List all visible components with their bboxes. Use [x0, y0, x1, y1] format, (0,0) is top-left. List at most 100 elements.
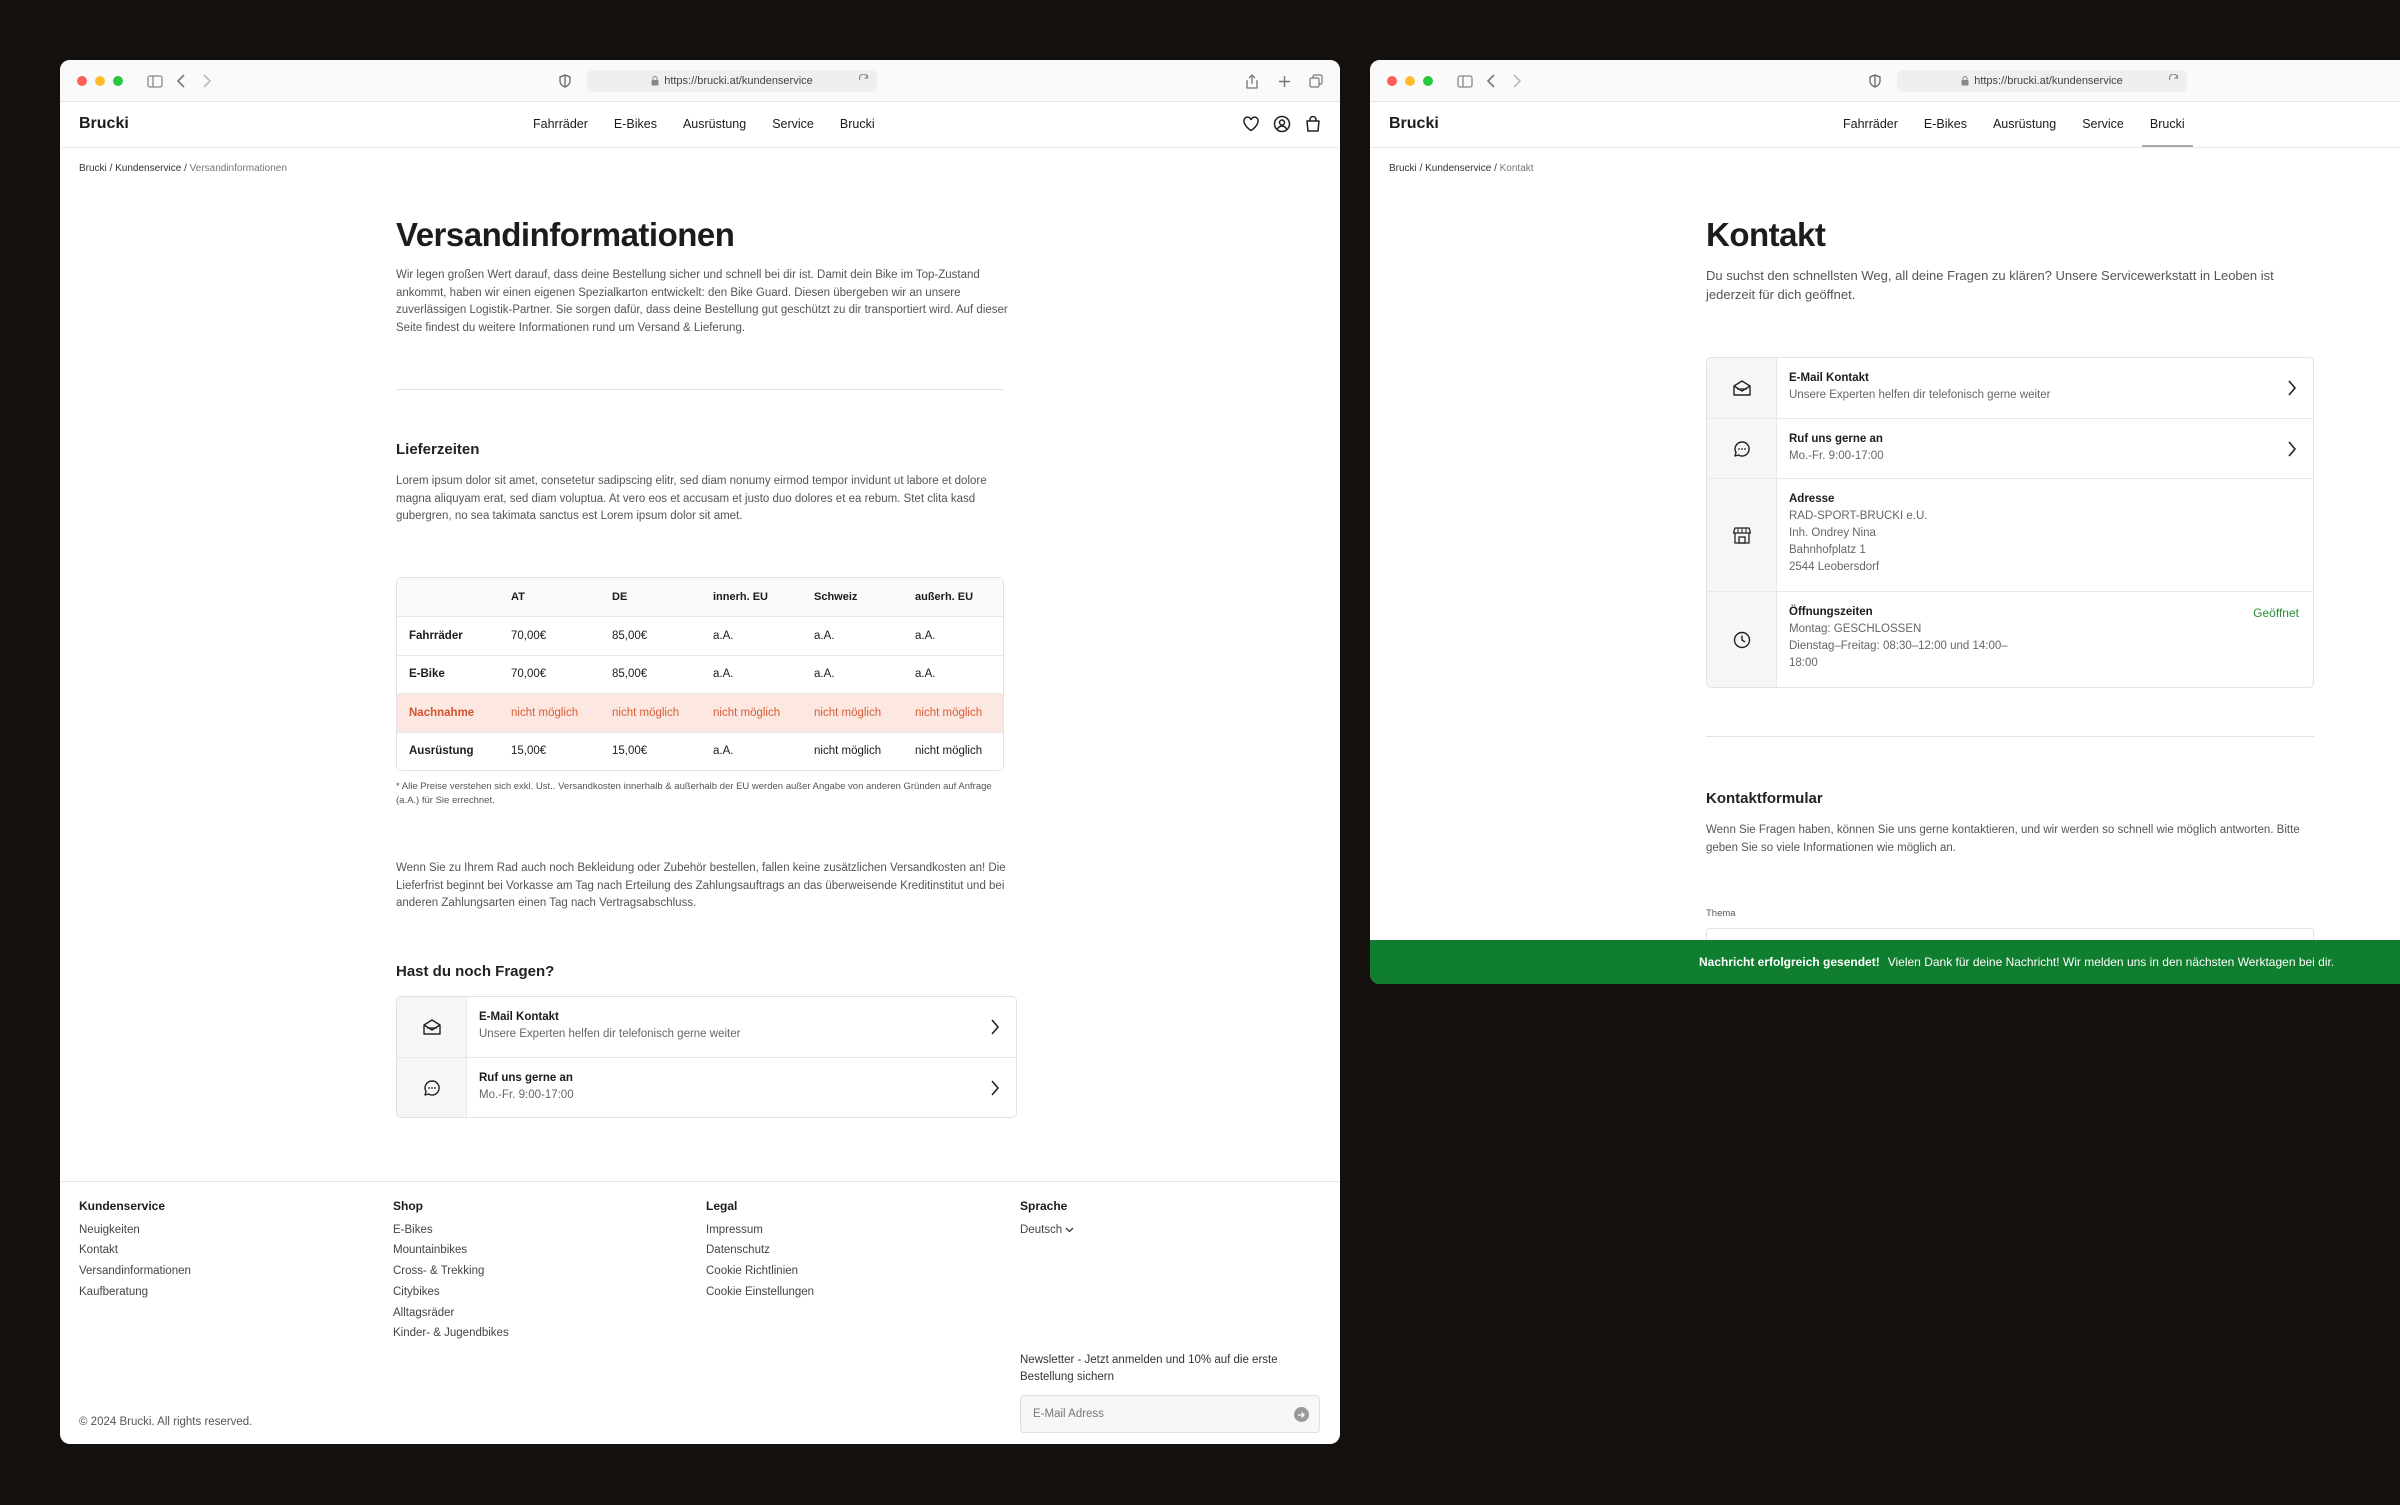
nav-item-ebikes[interactable]: E-Bikes — [614, 117, 657, 131]
footer-link[interactable]: Mountainbikes — [393, 1240, 509, 1261]
toast-message: Vielen Dank für deine Nachricht! Wir mel… — [1887, 955, 2335, 969]
table-cell: a.A. — [713, 630, 734, 643]
chat-bubble-icon — [423, 1079, 440, 1096]
footer-link[interactable]: Kaufberatung — [79, 1282, 191, 1303]
table-header-row: AT DE innerh. EU Schweiz außerh. EU — [397, 578, 1003, 617]
chevron-right-icon — [991, 1079, 1000, 1096]
contact-details: E-Mail Kontakt Unsere Experten helfen dir… — [1706, 357, 2314, 688]
address-bar[interactable]: https://brucki.at/kundenservice — [1897, 70, 2187, 92]
chat-bubble-icon — [1733, 440, 1750, 457]
phone-contact-card[interactable]: Ruf uns gerne an Mo.-Fr. 9:00-17:00 — [1707, 418, 2313, 478]
minimize-window-button[interactable] — [95, 76, 105, 86]
breadcrumb-current: Versandinformationen — [189, 163, 287, 174]
reload-icon[interactable] — [2168, 74, 2180, 86]
lock-icon — [1961, 76, 1969, 86]
footer-link[interactable]: Versandinformationen — [79, 1261, 191, 1282]
tabs-overview-icon[interactable] — [1307, 72, 1325, 90]
card-subtitle: Mo.-Fr. 9:00-17:00 — [1789, 450, 1884, 462]
card-icon-box — [1707, 419, 1777, 478]
shield-icon[interactable] — [556, 72, 574, 90]
table-header-cell: DE — [612, 591, 628, 604]
card-subtitle: Mo.-Fr. 9:00-17:00 — [479, 1089, 574, 1101]
breadcrumb-section[interactable]: Kundenservice — [115, 163, 181, 174]
card-title: E-Mail Kontakt — [1789, 372, 1869, 384]
footer-link[interactable]: Kontakt — [79, 1240, 191, 1261]
nav-item-ebikes[interactable]: E-Bikes — [1924, 117, 1967, 131]
card-title: Ruf uns gerne an — [1789, 433, 1883, 445]
table-cell: E-Bike — [409, 668, 445, 681]
footer-link[interactable]: Cross- & Trekking — [393, 1261, 509, 1282]
address-line: Bahnhofplatz 1 — [1789, 544, 1866, 556]
page-title: Versandinformationen — [396, 216, 735, 253]
table-cell: nicht möglich — [814, 706, 882, 719]
breadcrumb-home[interactable]: Brucki — [1389, 163, 1417, 174]
chevron-right-icon — [991, 1019, 1000, 1035]
table-row-highlight: Nachnahme nicht möglich nicht möglich nicht… — [397, 693, 1003, 732]
address-bar[interactable]: https://brucki.at/kundenservice — [587, 70, 877, 92]
zoom-window-button[interactable] — [1423, 76, 1433, 86]
close-window-button[interactable] — [77, 76, 87, 86]
card-title: Öffnungszeiten — [1789, 606, 1873, 618]
footer-heading: Shop — [393, 1199, 423, 1213]
table-cell: 15,00€ — [511, 745, 547, 758]
account-icon[interactable] — [1273, 115, 1291, 133]
chevron-right-icon — [2288, 380, 2297, 396]
back-icon[interactable] — [1482, 72, 1500, 90]
table-header-cell: AT — [511, 591, 525, 604]
breadcrumb-home[interactable]: Brucki — [79, 163, 107, 174]
nav-item-fahrraeder[interactable]: Fahrräder — [1843, 117, 1898, 131]
table-cell: a.A. — [915, 630, 936, 643]
sidebar-toggle-icon[interactable] — [1456, 72, 1474, 90]
url-text: https://brucki.at/kundenservice — [1974, 75, 2123, 87]
share-icon[interactable] — [1243, 72, 1261, 90]
shield-icon[interactable] — [1866, 72, 1884, 90]
zoom-window-button[interactable] — [113, 76, 123, 86]
newsletter-email-input[interactable]: E-Mail Adress — [1020, 1395, 1320, 1433]
breadcrumb-separator: / — [1491, 163, 1500, 174]
new-tab-icon[interactable] — [1275, 72, 1293, 90]
shopping-bag-icon[interactable] — [1304, 115, 1322, 133]
footer-link[interactable]: E-Bikes — [393, 1220, 509, 1241]
footer-link[interactable]: Alltagsräder — [393, 1303, 509, 1324]
footer-link[interactable]: Impressum — [706, 1220, 814, 1241]
heart-icon[interactable] — [1242, 115, 1260, 133]
nav-item-ausruestung[interactable]: Ausrüstung — [683, 117, 746, 131]
brand-logo[interactable]: Brucki — [79, 115, 129, 133]
language-select[interactable]: Deutsch — [1020, 1220, 1074, 1241]
envelope-open-icon — [422, 1019, 441, 1035]
close-window-button[interactable] — [1387, 76, 1397, 86]
hours-line: Dienstag–Freitag: 08:30–12:00 und 14:00– — [1789, 640, 2008, 652]
minimize-window-button[interactable] — [1405, 76, 1415, 86]
nav-item-brucki[interactable]: Brucki — [840, 117, 875, 131]
questions-heading: Hast du noch Fragen? — [396, 963, 555, 980]
brand-logo[interactable]: Brucki — [1389, 115, 1439, 133]
nav-item-ausruestung[interactable]: Ausrüstung — [1993, 117, 2056, 131]
footer-link[interactable]: Kinder- & Jugendbikes — [393, 1323, 509, 1344]
sidebar-toggle-icon[interactable] — [146, 72, 164, 90]
forward-icon[interactable] — [1508, 72, 1526, 90]
chevron-right-icon — [2288, 440, 2297, 457]
footer-link[interactable]: Cookie Einstellungen — [706, 1282, 814, 1303]
table-cell: 15,00€ — [612, 745, 648, 758]
reload-icon[interactable] — [858, 74, 870, 86]
address-line: Inh. Ondrey Nina — [1789, 527, 1876, 539]
table-header-cell: Schweiz — [814, 591, 858, 604]
email-contact-card[interactable]: E-Mail Kontakt Unsere Experten helfen dir… — [1707, 358, 2313, 418]
footer-link[interactable]: Neuigkeiten — [79, 1220, 191, 1241]
table-cell: a.A. — [814, 668, 835, 681]
email-contact-card[interactable]: E-Mail Kontakt Unsere Experten helfen dir… — [397, 997, 1016, 1057]
newsletter-submit-button[interactable] — [1294, 1407, 1309, 1422]
nav-item-brucki[interactable]: Brucki — [2141, 117, 2193, 147]
footer-link[interactable]: Cookie Richtlinien — [706, 1261, 814, 1282]
footer-link[interactable]: Citybikes — [393, 1282, 509, 1303]
nav-item-fahrraeder[interactable]: Fahrräder — [533, 117, 588, 131]
phone-contact-card[interactable]: Ruf uns gerne an Mo.-Fr. 9:00-17:00 — [397, 1057, 1016, 1117]
nav-item-service[interactable]: Service — [2082, 117, 2124, 131]
footer-link[interactable]: Datenschutz — [706, 1240, 814, 1261]
forward-icon[interactable] — [198, 72, 216, 90]
breadcrumb-section[interactable]: Kundenservice — [1425, 163, 1491, 174]
table-cell: 70,00€ — [511, 630, 547, 643]
arrow-right-icon — [1298, 1411, 1305, 1418]
nav-item-service[interactable]: Service — [772, 117, 814, 131]
back-icon[interactable] — [172, 72, 190, 90]
